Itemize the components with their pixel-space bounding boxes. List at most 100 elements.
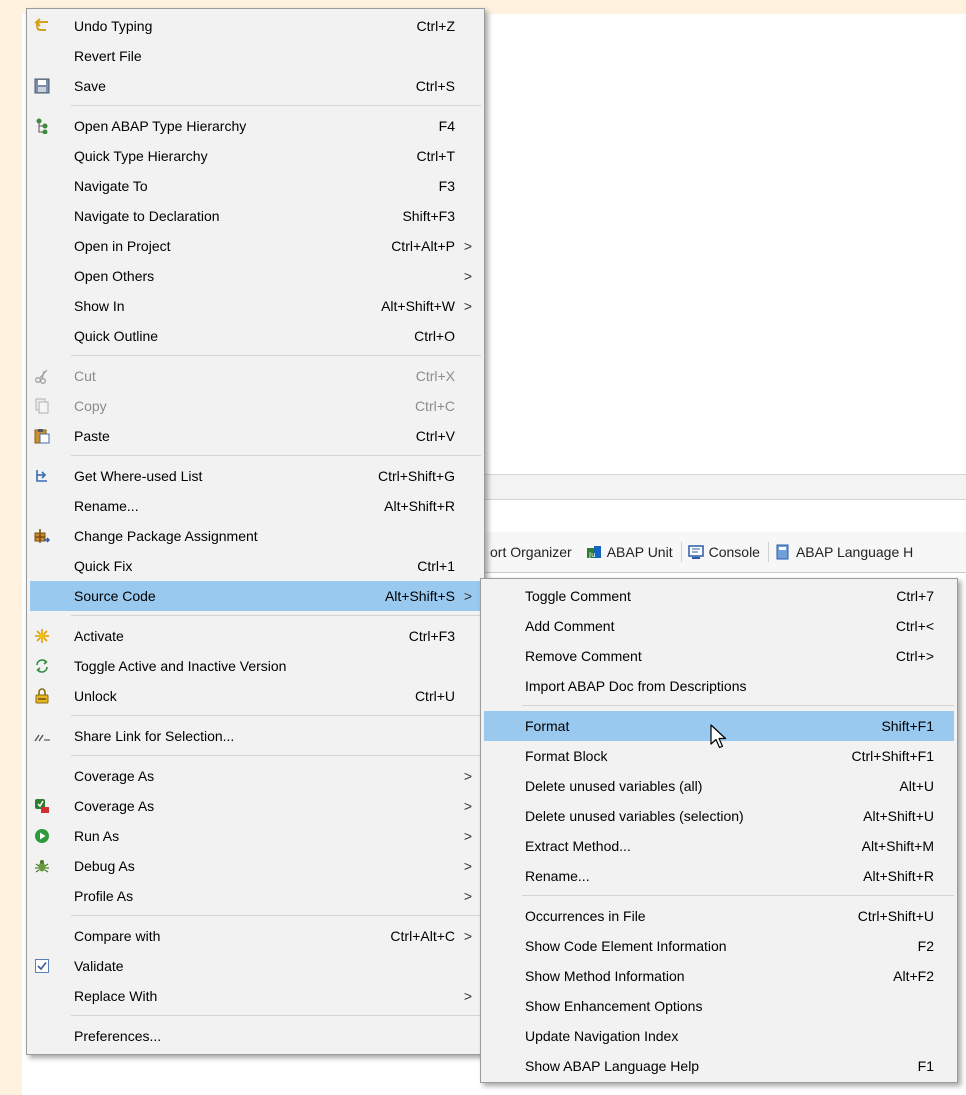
menu-item-compare-with[interactable]: Compare with Ctrl+Alt+C > [30,921,481,951]
tab-transport-organizer[interactable]: ort Organizer [484,540,580,564]
menu-item-shortcut: Ctrl+V [415,428,455,444]
menu-item-label: Cut [74,368,96,384]
submenu-arrow-icon: > [463,238,472,254]
menu-item-get-where-used-list[interactable]: Get Where-used List Ctrl+Shift+G [30,461,481,491]
menu-item-preferences[interactable]: Preferences... [30,1021,481,1051]
console-icon [687,544,704,560]
menu-item-source-code[interactable]: Source Code Alt+Shift+S > [30,581,481,611]
menu-item-label: Validate [74,958,124,974]
submenu-item-toggle-comment[interactable]: Toggle Comment Ctrl+7 [484,581,954,611]
bottom-view-tabs: ort Organizer Ju ABAP Unit Console ABAP … [484,532,966,573]
menu-item-coverage-as-2[interactable]: Coverage As > [30,791,481,821]
submenu-item-show-enhancement-options[interactable]: Show Enhancement Options [484,991,954,1021]
menu-item-copy[interactable]: Copy Ctrl+C [30,391,481,421]
menu-separator [71,755,481,756]
submenu-item-add-comment[interactable]: Add Comment Ctrl+< [484,611,954,641]
menu-item-shortcut: F4 [438,118,455,134]
menu-item-shortcut: Alt+Shift+W [381,298,455,314]
menu-item-label: Preferences... [74,1028,162,1044]
menu-item-label: Show Method Information [525,968,685,984]
menu-item-label: Open in Project [74,238,171,254]
menu-item-navigate-to[interactable]: Navigate To F3 [30,171,481,201]
menu-item-undo-typing[interactable]: Undo Typing Ctrl+Z [30,11,481,41]
abap-language-help-icon [775,544,791,560]
menu-item-shortcut: Ctrl+O [414,328,455,344]
submenu-arrow-icon: > [463,798,472,814]
submenu-item-show-code-element-info[interactable]: Show Code Element Information F2 [484,931,954,961]
menu-item-label: Format Block [525,748,608,764]
menu-item-run-as[interactable]: Run As > [30,821,481,851]
menu-item-shortcut: Alt+Shift+R [384,498,455,514]
menu-item-label: Share Link for Selection... [74,728,235,744]
menu-item-navigate-to-declaration[interactable]: Navigate to Declaration Shift+F3 [30,201,481,231]
view-toolbar [484,474,966,500]
submenu-item-delete-unused-all[interactable]: Delete unused variables (all) Alt+U [484,771,954,801]
menu-item-label: Quick Outline [74,328,159,344]
submenu-arrow-icon: > [463,588,472,604]
menu-item-label: Replace With [74,988,158,1004]
menu-item-label: Extract Method... [525,838,631,854]
menu-item-shortcut: Ctrl+S [415,78,455,94]
menu-item-rename[interactable]: Rename... Alt+Shift+R [30,491,481,521]
menu-item-cut[interactable]: Cut Ctrl+X [30,361,481,391]
menu-item-profile-as[interactable]: Profile As > [30,881,481,911]
menu-item-label: Occurrences in File [525,908,646,924]
menu-item-shortcut: Ctrl+U [414,688,455,704]
menu-item-activate[interactable]: Activate Ctrl+F3 [30,621,481,651]
menu-item-quick-outline[interactable]: Quick Outline Ctrl+O [30,321,481,351]
menu-item-open-in-project[interactable]: Open in Project Ctrl+Alt+P > [30,231,481,261]
menu-item-shortcut: Ctrl+> [895,648,934,664]
type-hierarchy-icon [34,118,50,135]
menu-item-label: Toggle Comment [525,588,631,604]
tab-abap-unit[interactable]: Ju ABAP Unit [580,540,681,564]
menu-separator [71,105,481,106]
menu-separator [522,895,954,896]
svg-text:Ju: Ju [588,551,596,559]
menu-item-unlock[interactable]: Unlock Ctrl+U [30,681,481,711]
menu-item-label: Delete unused variables (all) [525,778,703,794]
menu-item-label: Quick Fix [74,558,133,574]
submenu-item-rename[interactable]: Rename... Alt+Shift+R [484,861,954,891]
menu-item-label: Add Comment [525,618,615,634]
menu-item-coverage-as[interactable]: Coverage As > [30,761,481,791]
menu-item-share-link[interactable]: Share Link for Selection... [30,721,481,751]
menu-item-quick-type-hierarchy[interactable]: Quick Type Hierarchy Ctrl+T [30,141,481,171]
menu-item-label: Source Code [74,588,156,604]
menu-item-paste[interactable]: Paste Ctrl+V [30,421,481,451]
menu-separator [71,455,481,456]
menu-item-save[interactable]: Save Ctrl+S [30,71,481,101]
submenu-item-update-navigation-index[interactable]: Update Navigation Index [484,1021,954,1051]
menu-item-toggle-active-inactive[interactable]: Toggle Active and Inactive Version [30,651,481,681]
menu-item-change-package-assignment[interactable]: Change Package Assignment [30,521,481,551]
menu-item-label: Quick Type Hierarchy [74,148,208,164]
menu-item-revert-file[interactable]: Revert File [30,41,481,71]
submenu-arrow-icon: > [463,928,472,944]
menu-item-show-in[interactable]: Show In Alt+Shift+W > [30,291,481,321]
submenu-arrow-icon: > [463,768,472,784]
menu-item-label: Rename... [525,868,590,884]
submenu-item-extract-method[interactable]: Extract Method... Alt+Shift+M [484,831,954,861]
tab-abap-language-help[interactable]: ABAP Language H [769,540,921,564]
submenu-item-delete-unused-selection[interactable]: Delete unused variables (selection) Alt+… [484,801,954,831]
submenu-item-import-abap-doc[interactable]: Import ABAP Doc from Descriptions [484,671,954,701]
menu-item-label: Undo Typing [74,18,153,34]
menu-item-validate[interactable]: Validate [30,951,481,981]
editor-gutter [0,0,22,1095]
tab-console[interactable]: Console [682,540,768,564]
menu-item-quick-fix[interactable]: Quick Fix Ctrl+1 [30,551,481,581]
menu-item-label: Coverage As [74,768,155,784]
menu-item-label: Remove Comment [525,648,642,664]
submenu-item-show-method-info[interactable]: Show Method Information Alt+F2 [484,961,954,991]
menu-item-replace-with[interactable]: Replace With > [30,981,481,1011]
submenu-item-occurrences-in-file[interactable]: Occurrences in File Ctrl+Shift+U [484,901,954,931]
toggle-version-icon [34,658,50,674]
menu-separator [71,715,481,716]
menu-item-shortcut: Ctrl+F3 [408,628,455,644]
menu-item-open-others[interactable]: Open Others > [30,261,481,291]
menu-item-label: Activate [74,628,124,644]
menu-item-open-abap-type-hierarchy[interactable]: Open ABAP Type Hierarchy F4 [30,111,481,141]
submenu-item-remove-comment[interactable]: Remove Comment Ctrl+> [484,641,954,671]
menu-item-debug-as[interactable]: Debug As > [30,851,481,881]
submenu-item-show-abap-language-help[interactable]: Show ABAP Language Help F1 [484,1051,954,1081]
menu-item-shortcut: Alt+F2 [893,968,934,984]
